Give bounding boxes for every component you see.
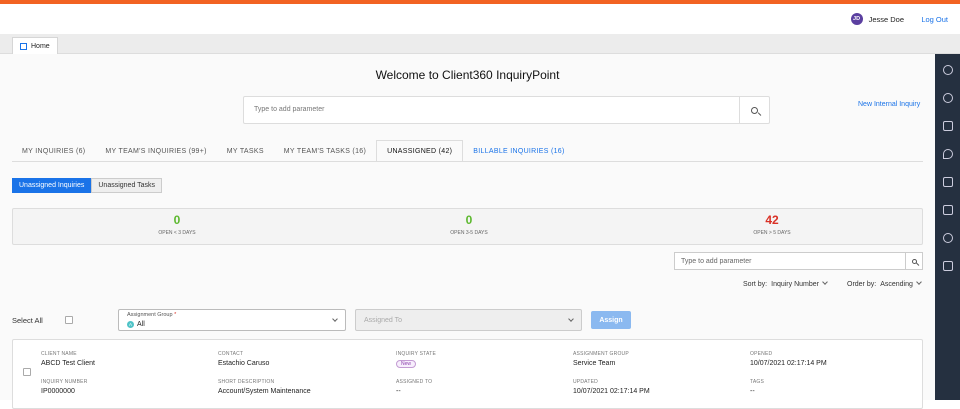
opened-field: OPENED 10/07/2021 02:17:14 PM (750, 351, 827, 367)
header: JD Jesse Doe Log Out (0, 4, 960, 34)
stat-open-gt-5: 42 OPEN > 5 DAYS (712, 213, 832, 236)
tab-my-teams-inquiries[interactable]: MY TEAM'S INQUIRIES (99+) (95, 140, 216, 162)
filter-search-placeholder: Type to add parameter (681, 258, 752, 265)
client-name-field: CLIENT NAME ABCD Test Client (41, 351, 95, 367)
tab-home-label: Home (31, 42, 50, 50)
updated-field: UPDATED 10/07/2021 02:17:14 PM (573, 379, 650, 395)
stat-value: 0 (173, 213, 181, 227)
inquiry-number-field: INQUIRY NUMBER IP0000000 (41, 379, 88, 395)
assigned-to-field: ASSIGNED TO -- (396, 379, 433, 395)
select-all-checkbox[interactable] (65, 316, 73, 324)
tab-my-inquiries[interactable]: MY INQUIRIES (6) (12, 140, 95, 162)
calendar-icon[interactable] (943, 121, 953, 131)
pin-icon[interactable] (943, 149, 953, 159)
chevron-down-icon (916, 279, 922, 285)
stat-value: 0 (465, 213, 473, 227)
unassigned-inquiries-button[interactable]: Unassigned Inquiries (12, 178, 92, 193)
select-all-label: Select All (12, 316, 43, 325)
stats-panel: 0 OPEN < 3 DAYS 0 OPEN 3-5 DAYS 42 OPEN … (12, 208, 923, 245)
new-internal-inquiry-link[interactable]: New Internal Inquiry (858, 101, 920, 108)
filter-search-button[interactable] (905, 253, 922, 269)
main-content: Welcome to Client360 InquiryPoint Type t… (0, 54, 935, 409)
logout-link[interactable]: Log Out (921, 15, 948, 24)
short-description-field: SHORT DESCRIPTION Account/System Maintena… (218, 379, 311, 395)
stat-open-3-5: 0 OPEN 3-5 DAYS (409, 213, 529, 236)
inquiry-tabs: MY INQUIRIES (6) MY TEAM'S INQUIRIES (99… (12, 140, 575, 162)
segment-toggle: Unassigned Inquiries Unassigned Tasks (12, 178, 163, 193)
tab-my-teams-tasks[interactable]: MY TEAM'S TASKS (16) (274, 140, 376, 162)
sort-by-value: Inquiry Number (771, 281, 819, 288)
page-title: Welcome to Client360 InquiryPoint (375, 68, 560, 82)
link-icon[interactable] (943, 65, 953, 75)
right-icon-rail (935, 54, 960, 400)
row-checkbox[interactable] (23, 368, 31, 376)
search-placeholder: Type to add parameter (254, 106, 325, 113)
tags-field: TAGS -- (750, 379, 765, 395)
lightbulb-icon[interactable] (943, 233, 953, 243)
assigned-to-select[interactable]: Assigned To (355, 309, 582, 331)
stat-label: OPEN < 3 DAYS (158, 230, 196, 236)
search-input[interactable]: Type to add parameter (243, 96, 770, 124)
user-name: Jesse Doe (868, 14, 904, 24)
order-by-label: Order by: (847, 281, 877, 288)
tab-unassigned[interactable]: UNASSIGNED (42) (376, 140, 464, 162)
chevron-down-icon (332, 316, 338, 322)
search-icon (751, 106, 758, 114)
assignment-group-label: Assignment Group * (127, 312, 177, 318)
stat-label: OPEN 3-5 DAYS (450, 230, 488, 236)
assignment-group-select[interactable]: Assignment Group * A All (118, 309, 346, 331)
user-menu[interactable]: JD Jesse Doe (850, 13, 904, 25)
chevron-down-icon (568, 316, 574, 322)
assignment-group-field: ASSIGNMENT GROUP Service Team (573, 351, 629, 367)
avatar: JD (850, 13, 863, 25)
image-icon[interactable] (943, 205, 953, 215)
chevron-down-icon (822, 279, 828, 285)
home-icon (20, 42, 27, 50)
stat-value: 42 (765, 213, 779, 227)
search-button[interactable] (739, 97, 769, 123)
order-by-select[interactable]: Order by: Ascending (847, 279, 922, 288)
dashboard-icon[interactable] (943, 93, 953, 103)
tab-my-tasks[interactable]: MY TASKS (217, 140, 274, 162)
box-icon[interactable] (943, 177, 953, 187)
group-avatar: A (127, 321, 134, 328)
unassigned-tasks-button[interactable]: Unassigned Tasks (91, 178, 163, 193)
contact-field: CONTACT Estachio Caruso (218, 351, 270, 367)
stat-open-lt-3: 0 OPEN < 3 DAYS (117, 213, 237, 236)
assigned-to-placeholder: Assigned To (364, 317, 403, 324)
order-by-value: Ascending (880, 281, 913, 288)
sort-by-select[interactable]: Sort by: Inquiry Number (743, 279, 828, 288)
inquiry-state-field: INQUIRY STATE New (396, 351, 437, 368)
tab-billable-inquiries[interactable]: BILLABLE INQUIRIES (16) (463, 140, 574, 162)
assign-button[interactable]: Assign (591, 311, 631, 329)
tab-home[interactable]: Home (12, 37, 58, 54)
scan-icon[interactable] (943, 261, 953, 271)
search-icon (911, 258, 917, 264)
assignment-group-value: A All (127, 321, 145, 328)
stat-label: OPEN > 5 DAYS (753, 230, 791, 236)
sort-by-label: Sort by: (743, 281, 768, 288)
tabs-divider (12, 161, 923, 162)
filter-search-input[interactable]: Type to add parameter (674, 252, 923, 270)
inquiry-card[interactable]: CLIENT NAME ABCD Test Client CONTACT Estac… (12, 339, 923, 409)
status-badge: New (396, 360, 417, 368)
tab-strip: Home (0, 34, 960, 54)
